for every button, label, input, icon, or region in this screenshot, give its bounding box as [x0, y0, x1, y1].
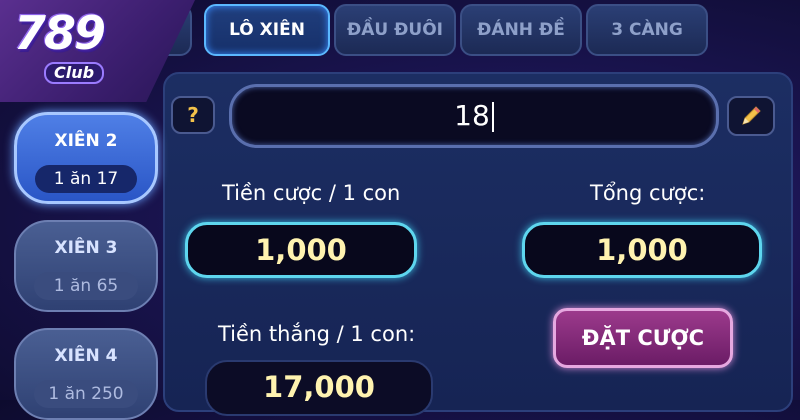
text-caret	[491, 102, 494, 132]
tab-3-cang[interactable]: 3 CÀNG	[586, 4, 708, 56]
place-bet-button[interactable]: ĐẶT CƯỢC	[553, 308, 733, 368]
option-rate: 1 ăn 250	[34, 380, 138, 408]
option-xien-3[interactable]: XIÊN 3 1 ăn 65	[14, 220, 158, 312]
logo-number: 789	[14, 6, 106, 60]
edit-button[interactable]	[727, 96, 775, 136]
total-bet-label: Tổng cược:	[590, 181, 706, 205]
bet-per-unit-label: Tiền cược / 1 con	[222, 181, 401, 205]
win-per-unit-field: 17,000	[205, 360, 433, 416]
option-title: XIÊN 3	[54, 238, 118, 258]
option-title: XIÊN 2	[54, 131, 118, 151]
tab-lo-xien[interactable]: LÔ XIÊN	[204, 4, 330, 56]
help-button[interactable]: ?	[171, 96, 215, 134]
option-title: XIÊN 4	[54, 346, 118, 366]
option-xien-4[interactable]: XIÊN 4 1 ăn 250	[14, 328, 158, 420]
number-input[interactable]: 18	[229, 84, 719, 148]
number-input-value: 18	[454, 99, 490, 132]
logo: 789 Club	[14, 6, 114, 92]
total-bet-field: 1,000	[522, 222, 762, 278]
tab-danh-de[interactable]: ĐÁNH ĐỀ	[460, 4, 582, 56]
option-rate: 1 ăn 17	[35, 165, 137, 193]
pencil-icon	[742, 106, 761, 125]
option-rate: 1 ăn 65	[34, 272, 138, 300]
logo-suffix: Club	[44, 62, 105, 84]
tab-dau-duoi[interactable]: ĐẦU ĐUÔI	[334, 4, 456, 56]
win-per-unit-label: Tiền thắng / 1 con:	[218, 322, 416, 346]
bet-per-unit-field[interactable]: 1,000	[185, 222, 417, 278]
option-xien-2[interactable]: XIÊN 2 1 ăn 17	[14, 112, 158, 204]
